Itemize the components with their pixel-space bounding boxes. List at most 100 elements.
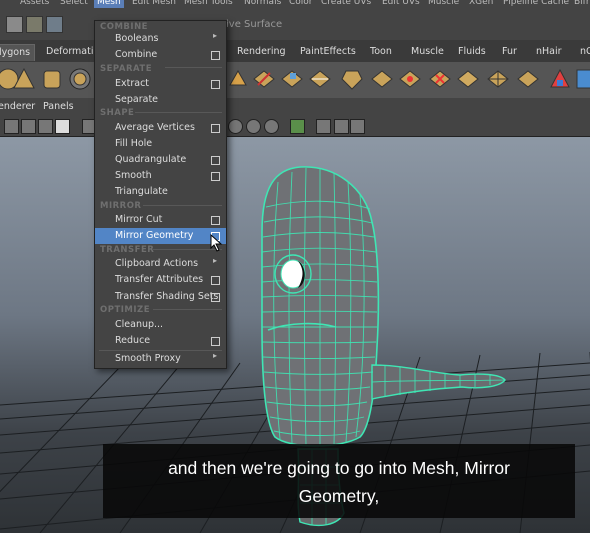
smooth-icon[interactable] xyxy=(456,67,480,91)
tab-rendering[interactable]: Rendering xyxy=(233,44,290,60)
main-menu-bar: Assets Select Mesh Edit Mesh Mesh Tools … xyxy=(0,0,590,8)
section-separate: SEPARATE xyxy=(100,64,153,74)
combine-icon[interactable] xyxy=(370,67,394,91)
option-box-icon[interactable] xyxy=(211,124,220,133)
separator xyxy=(135,112,222,113)
menu-item-smooth[interactable]: Smooth xyxy=(95,168,226,184)
menu-muscle[interactable]: Muscle xyxy=(428,0,459,8)
menu-item-combine[interactable]: Combine xyxy=(95,47,226,63)
quadrangulate-icon[interactable] xyxy=(516,67,540,91)
lasso-icon[interactable] xyxy=(26,16,43,33)
option-box-icon[interactable] xyxy=(211,216,220,225)
option-box-icon[interactable] xyxy=(211,276,220,285)
sculpt-icon[interactable] xyxy=(574,67,590,91)
shelf-tabs: lygons Deformatio Rendering PaintEffects… xyxy=(0,40,590,63)
lighting-icon[interactable] xyxy=(264,119,279,134)
panel-menu-renderer[interactable]: enderer xyxy=(0,101,35,112)
wireframe-icon[interactable] xyxy=(21,119,36,134)
menu-item-label: Triangulate xyxy=(115,186,168,197)
option-box-icon[interactable] xyxy=(211,293,220,302)
extrude-icon[interactable] xyxy=(226,67,250,91)
flat-shade-icon[interactable] xyxy=(246,119,261,134)
menu-item-quadrangulate[interactable]: Quadrangulate xyxy=(95,152,226,168)
select-tool-icon[interactable] xyxy=(6,16,23,33)
menu-bifrost[interactable]: Bifr xyxy=(574,0,590,8)
text-icon[interactable] xyxy=(55,119,70,134)
menu-item-transfer-attributes[interactable]: Transfer Attributes xyxy=(95,272,226,288)
menu-create-uvs[interactable]: Create UVs xyxy=(321,0,371,8)
menu-item-reduce[interactable]: Reduce xyxy=(95,333,226,349)
menu-item-separate[interactable]: Separate xyxy=(95,92,226,108)
menu-item-clipboard-actions[interactable]: Clipboard Actions ▸ xyxy=(95,256,226,272)
submenu-arrow-icon: ▸ xyxy=(212,31,217,40)
menu-item-label: Reduce xyxy=(115,335,151,346)
xray-icon[interactable] xyxy=(316,119,331,134)
separate-icon[interactable] xyxy=(398,67,422,91)
menu-mesh-tools[interactable]: Mesh Tools xyxy=(184,0,233,8)
menu-item-triangulate[interactable]: Triangulate xyxy=(95,184,226,200)
split-polygon-icon[interactable] xyxy=(308,67,332,91)
triangulate-icon[interactable] xyxy=(486,67,510,91)
merge-icon[interactable] xyxy=(428,67,452,91)
menu-edit-uvs[interactable]: Edit UVs xyxy=(382,0,420,8)
poly-pyramid-icon[interactable] xyxy=(12,67,36,91)
tab-painteffects[interactable]: PaintEffects xyxy=(296,44,360,60)
option-box-icon[interactable] xyxy=(211,172,220,181)
section-optimize: OPTIMIZE xyxy=(100,305,151,315)
tab-muscle[interactable]: Muscle xyxy=(407,44,448,60)
option-box-icon[interactable] xyxy=(211,337,220,346)
menu-normals[interactable]: Normals xyxy=(244,0,281,8)
panel-menu-panels[interactable]: Panels xyxy=(43,101,74,112)
menu-mesh[interactable]: Mesh xyxy=(94,0,124,8)
tab-nhair[interactable]: nHair xyxy=(532,44,566,60)
append-polygon-icon[interactable] xyxy=(280,67,304,91)
share-icon[interactable] xyxy=(350,119,365,134)
panel-toolbar xyxy=(0,116,590,137)
smooth-shade-icon[interactable] xyxy=(228,119,243,134)
menu-item-mirror-geometry[interactable]: Mirror Geometry xyxy=(95,228,226,244)
menu-item-label: Booleans xyxy=(115,33,159,44)
tab-toon[interactable]: Toon xyxy=(366,44,396,60)
paint-select-icon[interactable] xyxy=(46,16,63,33)
menu-item-label: Transfer Shading Sets xyxy=(115,291,219,302)
tab-fluids[interactable]: Fluids xyxy=(454,44,490,60)
menu-xgen[interactable]: XGen xyxy=(469,0,493,8)
menu-item-average-vertices[interactable]: Average Vertices xyxy=(95,120,226,136)
menu-edit-mesh[interactable]: Edit Mesh xyxy=(132,0,176,8)
menu-select[interactable]: Select xyxy=(60,0,88,8)
poly-cylinder-icon[interactable] xyxy=(40,67,64,91)
grid-icon[interactable] xyxy=(38,119,53,134)
option-box-icon[interactable] xyxy=(211,156,220,165)
menu-item-label: Cleanup... xyxy=(115,319,164,330)
menu-item-label: Combine xyxy=(115,49,158,60)
menu-item-fill-hole[interactable]: Fill Hole xyxy=(95,136,226,152)
menu-color[interactable]: Color xyxy=(289,0,313,8)
menu-item-mirror-cut[interactable]: Mirror Cut xyxy=(95,212,226,228)
tab-fur[interactable]: Fur xyxy=(498,44,521,60)
bridge-icon[interactable] xyxy=(252,67,276,91)
menu-item-label: Fill Hole xyxy=(115,138,153,149)
menu-item-cleanup[interactable]: Cleanup... xyxy=(95,317,226,333)
option-box-icon[interactable] xyxy=(211,51,220,60)
cone-icon[interactable] xyxy=(548,67,572,91)
subtitle-line-1: and then we're going to go into Mesh, Mi… xyxy=(168,458,510,478)
menu-assets[interactable]: Assets xyxy=(20,0,49,8)
camera-icon[interactable] xyxy=(4,119,19,134)
poly-torus-icon[interactable] xyxy=(68,67,92,91)
tab-polygons[interactable]: lygons xyxy=(0,44,36,61)
menu-item-transfer-shading-sets[interactable]: Transfer Shading Sets xyxy=(95,289,226,305)
xray-joints-icon[interactable] xyxy=(334,119,349,134)
option-box-icon[interactable] xyxy=(211,80,220,89)
bevel-icon[interactable] xyxy=(340,67,364,91)
section-combine: COMBINE xyxy=(100,22,148,32)
menu-item-booleans[interactable]: Booleans ▸ xyxy=(95,31,226,47)
menu-item-label: Smooth Proxy xyxy=(115,353,181,364)
tab-ncloth[interactable]: nC xyxy=(576,44,590,60)
menu-item-smooth-proxy[interactable]: Smooth Proxy ▸ xyxy=(95,351,226,367)
section-shape: SHAPE xyxy=(100,108,135,118)
isolate-icon[interactable] xyxy=(290,119,305,134)
menu-item-extract[interactable]: Extract xyxy=(95,76,226,92)
menu-pipeline-cache[interactable]: Pipeline Cache xyxy=(503,0,569,8)
menu-item-label: Mirror Geometry xyxy=(115,230,194,241)
section-transfer: TRANSFER xyxy=(100,245,155,255)
